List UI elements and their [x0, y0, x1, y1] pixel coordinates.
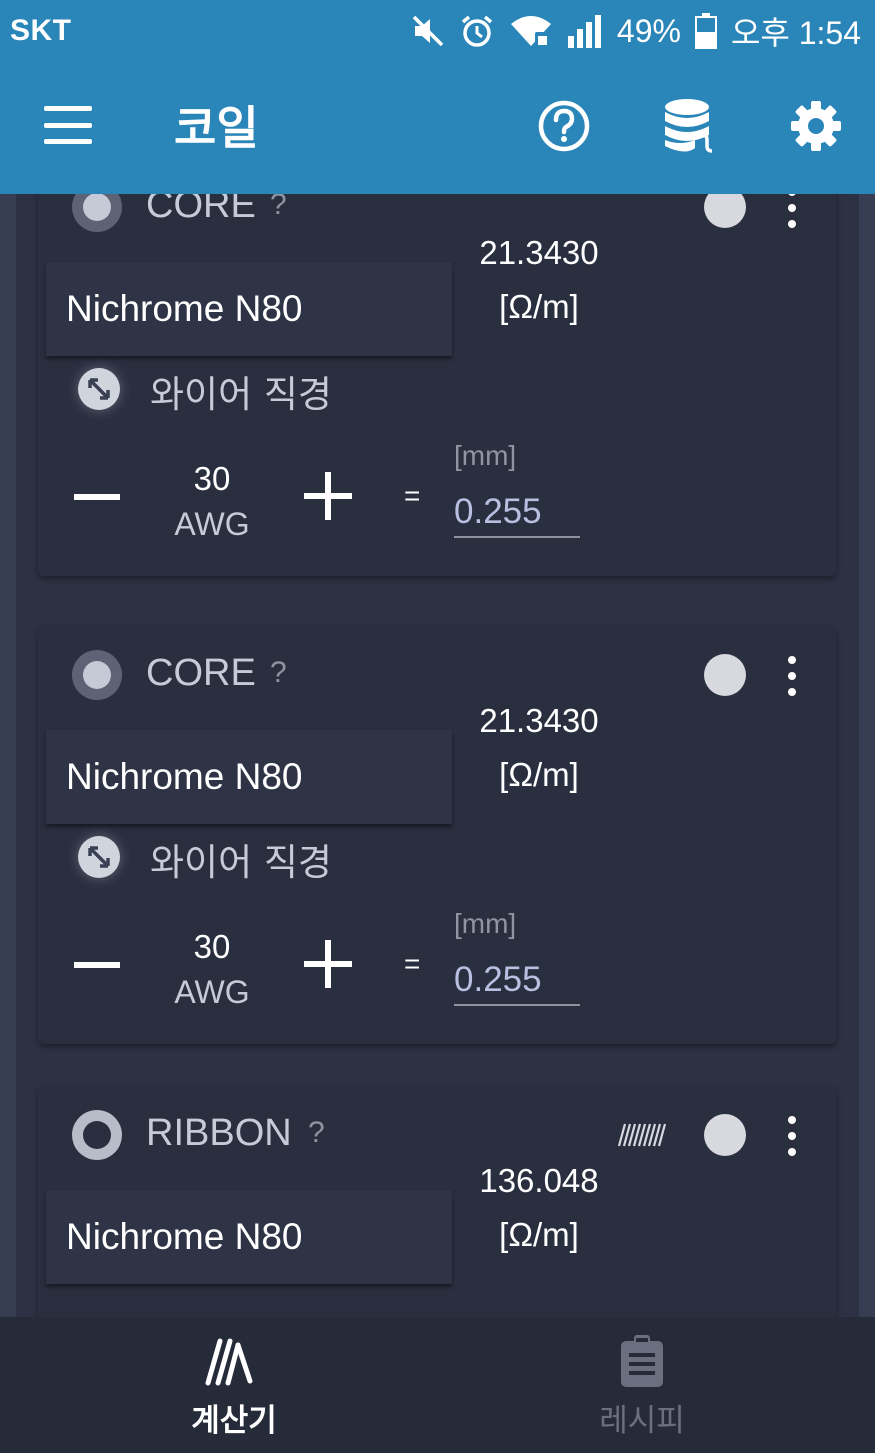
help-button[interactable]: [536, 98, 592, 154]
tab-calculator-label: 계산기: [191, 1403, 277, 1439]
settings-icon: [791, 101, 841, 151]
carrier-label: SKT: [10, 14, 72, 47]
gauge-value: 30: [193, 460, 231, 497]
wire-diameter-label: 와이어 직경: [150, 373, 332, 416]
battery-icon: [694, 13, 717, 49]
calculator-icon: [205, 1338, 253, 1386]
resistance-value: 21.3430: [479, 702, 599, 739]
page-title: 코일: [174, 101, 259, 155]
coil-card: CORE ? Nichrome N80 21.3430 [Ω/m] 와이어 직경…: [38, 194, 836, 576]
menu-icon[interactable]: [44, 106, 92, 144]
wifi-icon: [510, 16, 551, 46]
select-radio[interactable]: [72, 194, 122, 232]
database-button[interactable]: [662, 98, 718, 154]
color-dot[interactable]: [704, 1114, 746, 1156]
status-bar: SKT 49% 오후 1:54: [0, 0, 875, 62]
diameter-input[interactable]: 0.255: [454, 492, 580, 538]
clock: 오후 1:54: [730, 15, 861, 51]
ribbon-wire-icon: [617, 1123, 666, 1147]
more-options-icon[interactable]: [780, 194, 804, 228]
diameter-unit: [mm]: [454, 908, 517, 939]
bottom-navigation: 계산기 레시피: [0, 1317, 875, 1453]
tab-recipe[interactable]: 레시피: [492, 1317, 792, 1453]
app-bar: 코일: [0, 62, 875, 194]
decrease-gauge-button[interactable]: [74, 494, 120, 500]
color-dot[interactable]: [704, 654, 746, 696]
gauge-unit: AWG: [174, 974, 250, 1010]
status-icons: 49% 오후 1:54: [411, 8, 861, 54]
settings-button[interactable]: [788, 98, 844, 154]
signal-icon: [567, 15, 601, 48]
gauge-value: 30: [193, 928, 231, 965]
battery-percent: 49%: [616, 12, 681, 49]
coil-list[interactable]: CORE ? Nichrome N80 21.3430 [Ω/m] 와이어 직경…: [0, 194, 875, 1317]
resistance-value: 21.3430: [479, 234, 599, 271]
equals-sign: =: [404, 948, 421, 979]
card-header: RIBBON ?: [38, 1086, 836, 1182]
more-options-icon[interactable]: [780, 1116, 804, 1156]
coil-type-help[interactable]: ?: [270, 656, 287, 690]
tab-recipe-label: 레시피: [599, 1403, 685, 1439]
resistance-unit: [Ω/m]: [499, 1216, 579, 1253]
color-dot[interactable]: [704, 194, 746, 228]
material-selector[interactable]: Nichrome N80: [46, 1190, 452, 1284]
diameter-unit: [mm]: [454, 440, 517, 471]
wire-diameter-label: 와이어 직경: [150, 841, 332, 884]
diameter-input[interactable]: 0.255: [454, 960, 580, 1006]
mute-icon: [412, 15, 444, 47]
select-radio[interactable]: [72, 1110, 122, 1160]
coil-type-label: CORE: [146, 194, 256, 226]
coil-type-label: RIBBON: [146, 1112, 292, 1154]
help-icon: [538, 100, 590, 152]
resistance-unit: [Ω/m]: [499, 756, 579, 793]
card-header: CORE ?: [38, 626, 836, 722]
increase-gauge-button[interactable]: [304, 472, 352, 520]
database-icon: [665, 99, 713, 153]
gauge-unit: AWG: [174, 506, 250, 542]
resistance-value: 136.048: [479, 1162, 599, 1199]
resistance-unit: [Ω/m]: [499, 288, 579, 325]
increase-gauge-button[interactable]: [304, 940, 352, 988]
coil-card: CORE ? Nichrome N80 21.3430 [Ω/m] 와이어 직경…: [38, 626, 836, 1044]
coil-card: RIBBON ? Nichrome N80 136.048 [Ω/m]: [38, 1086, 836, 1317]
material-selector[interactable]: Nichrome N80: [46, 730, 452, 824]
coil-type-help[interactable]: ?: [308, 1116, 325, 1150]
coil-type-help[interactable]: ?: [270, 194, 287, 222]
decrease-gauge-button[interactable]: [74, 962, 120, 968]
wire-diameter-icon: [78, 368, 120, 410]
more-options-icon[interactable]: [780, 656, 804, 696]
equals-sign: =: [404, 480, 421, 511]
select-radio[interactable]: [72, 650, 122, 700]
material-selector[interactable]: Nichrome N80: [46, 262, 452, 356]
tab-calculator[interactable]: 계산기: [84, 1317, 384, 1453]
coil-type-label: CORE: [146, 652, 256, 694]
card-header: CORE ?: [38, 194, 836, 254]
alarm-icon: [461, 15, 493, 47]
wire-diameter-icon: [78, 836, 120, 878]
clipboard-icon: [621, 1335, 663, 1387]
